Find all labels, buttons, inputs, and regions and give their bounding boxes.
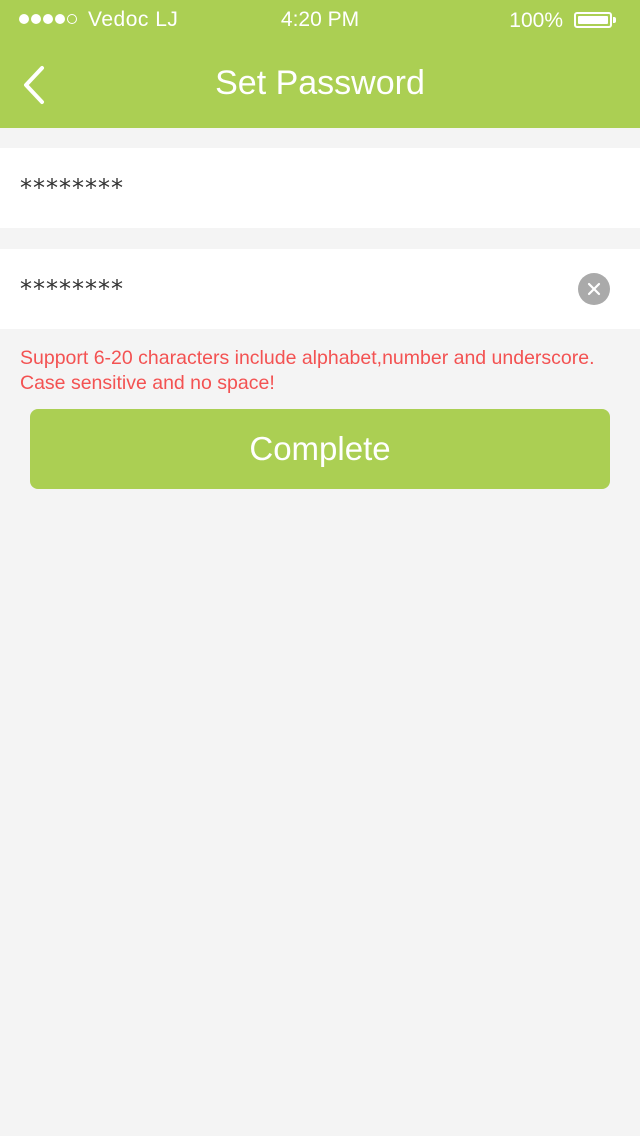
hint-line-1: Support 6-20 characters include alphabet… — [20, 347, 595, 369]
complete-button[interactable]: Complete — [30, 409, 610, 489]
clear-circle-icon — [587, 282, 601, 296]
battery-level — [578, 16, 608, 24]
status-bar: Vedoc LJ 4:20 PM 100% — [0, 0, 640, 40]
password-field-row — [0, 148, 640, 228]
page-title: Set Password — [215, 64, 425, 102]
clear-button[interactable] — [578, 273, 610, 305]
hint-line-2: Case sensitive and no space! — [20, 372, 275, 394]
battery-tip — [613, 17, 616, 23]
confirm-password-field-row — [0, 249, 640, 329]
header: Vedoc LJ 4:20 PM 100% Set Password — [0, 0, 640, 128]
confirm-password-input[interactable] — [20, 249, 560, 329]
password-input[interactable] — [20, 148, 560, 228]
password-requirements-hint: Support 6-20 characters include alphabet… — [20, 346, 630, 396]
battery-icon — [574, 12, 612, 28]
battery-percentage: 100% — [509, 9, 563, 32]
